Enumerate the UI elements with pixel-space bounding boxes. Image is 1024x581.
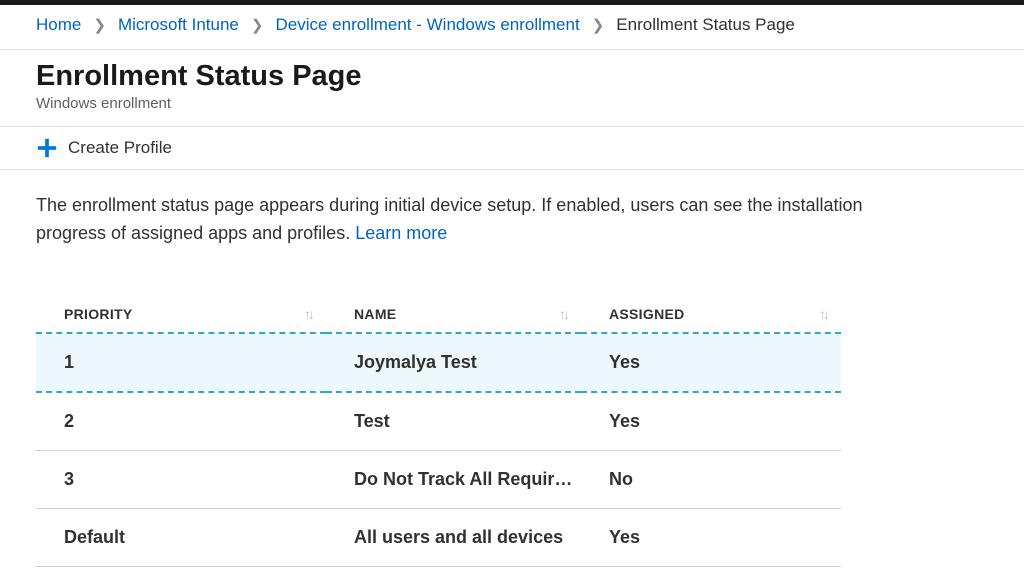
cell-priority: Default <box>36 508 326 566</box>
breadcrumb-current: Enrollment Status Page <box>616 15 795 35</box>
col-header-name-label: NAME <box>354 306 396 322</box>
col-header-priority-label: PRIORITY <box>64 306 133 322</box>
table-body: 1Joymalya TestYes2TestYes3Do Not Track A… <box>36 333 841 567</box>
cell-priority: 2 <box>36 392 326 451</box>
cell-assigned: Yes <box>581 392 841 451</box>
profiles-table-wrap: PRIORITY ↑↓ NAME ↑↓ ASSIGNED ↑↓ 1Joymaly… <box>36 296 841 567</box>
table-row[interactable]: 3Do Not Track All Require…No <box>36 450 841 508</box>
content-area: The enrollment status page appears durin… <box>0 170 1024 567</box>
learn-more-link[interactable]: Learn more <box>355 223 447 243</box>
table-header-row: PRIORITY ↑↓ NAME ↑↓ ASSIGNED ↑↓ <box>36 296 841 333</box>
breadcrumb: Home ❯ Microsoft Intune ❯ Device enrollm… <box>0 5 1024 50</box>
cell-assigned: No <box>581 450 841 508</box>
cell-name: Joymalya Test <box>326 333 581 392</box>
sort-icon: ↑↓ <box>819 306 827 322</box>
cell-name: Do Not Track All Require… <box>326 450 581 508</box>
chevron-right-icon: ❯ <box>251 16 264 34</box>
create-profile-label: Create Profile <box>68 138 172 158</box>
profiles-table: PRIORITY ↑↓ NAME ↑↓ ASSIGNED ↑↓ 1Joymaly… <box>36 296 841 567</box>
toolbar: Create Profile <box>0 127 1024 170</box>
cell-name: All users and all devices <box>326 508 581 566</box>
sort-icon: ↑↓ <box>559 306 567 322</box>
create-profile-button[interactable]: Create Profile <box>36 137 172 159</box>
col-header-name[interactable]: NAME ↑↓ <box>326 296 581 333</box>
page-title: Enrollment Status Page <box>36 60 988 93</box>
cell-assigned: Yes <box>581 333 841 392</box>
breadcrumb-home[interactable]: Home <box>36 15 81 35</box>
cell-priority: 1 <box>36 333 326 392</box>
breadcrumb-intune[interactable]: Microsoft Intune <box>118 15 239 35</box>
cell-assigned: Yes <box>581 508 841 566</box>
table-row[interactable]: 1Joymalya TestYes <box>36 333 841 392</box>
table-row[interactable]: 2TestYes <box>36 392 841 451</box>
sort-icon: ↑↓ <box>304 306 312 322</box>
breadcrumb-enrollment[interactable]: Device enrollment - Windows enrollment <box>275 15 579 35</box>
description-text: The enrollment status page appears durin… <box>36 192 866 248</box>
chevron-right-icon: ❯ <box>93 16 106 34</box>
cell-priority: 3 <box>36 450 326 508</box>
col-header-assigned[interactable]: ASSIGNED ↑↓ <box>581 296 841 333</box>
table-row[interactable]: DefaultAll users and all devicesYes <box>36 508 841 566</box>
page-header: Enrollment Status Page Windows enrollmen… <box>0 50 1024 127</box>
col-header-assigned-label: ASSIGNED <box>609 306 685 322</box>
description-body: The enrollment status page appears durin… <box>36 195 863 243</box>
plus-icon <box>36 137 58 159</box>
chevron-right-icon: ❯ <box>592 16 605 34</box>
col-header-priority[interactable]: PRIORITY ↑↓ <box>36 296 326 333</box>
cell-name: Test <box>326 392 581 451</box>
page-subtitle: Windows enrollment <box>36 95 988 112</box>
